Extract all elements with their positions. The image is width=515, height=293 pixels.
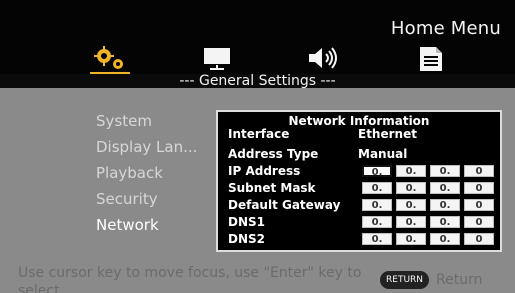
footer-hint: Use cursor key to move focus, use "Enter… bbox=[18, 265, 362, 293]
dns2-octet-4[interactable]: 0 bbox=[464, 233, 494, 245]
dns2-octet-1[interactable]: 0. bbox=[362, 233, 392, 245]
return-label: Return bbox=[436, 272, 483, 288]
ip-address-label: IP Address bbox=[228, 164, 301, 178]
menu-item-playback[interactable]: Playback bbox=[96, 160, 226, 186]
subnet-octet-1[interactable]: 0. bbox=[362, 182, 392, 194]
network-information-panel: Network Information Interface Ethernet A… bbox=[216, 110, 502, 252]
subnet-mask-label: Subnet Mask bbox=[228, 181, 316, 195]
dns1-label: DNS1 bbox=[228, 215, 265, 229]
section-title: --- General Settings --- bbox=[179, 73, 336, 89]
gateway-octet-2[interactable]: 0. bbox=[396, 199, 426, 211]
screen: Home Menu --- General Settings --- Syste… bbox=[0, 0, 515, 293]
settings-menu: System Display Lan... Playback Security … bbox=[96, 108, 226, 238]
menu-item-system[interactable]: System bbox=[96, 108, 226, 134]
menu-item-security[interactable]: Security bbox=[96, 186, 226, 212]
gateway-octet-4[interactable]: 0 bbox=[464, 199, 494, 211]
return-button[interactable]: RETURN bbox=[380, 271, 430, 289]
default-gateway-label: Default Gateway bbox=[228, 198, 341, 212]
address-type-label: Address Type bbox=[228, 147, 319, 161]
dns1-octet-1[interactable]: 0. bbox=[362, 216, 392, 228]
panel-title: Network Information bbox=[288, 114, 430, 128]
dns2-octet-2[interactable]: 0. bbox=[396, 233, 426, 245]
gateway-octet-3[interactable]: 0. bbox=[430, 199, 460, 211]
dns1-octet-2[interactable]: 0. bbox=[396, 216, 426, 228]
subnet-octet-2[interactable]: 0. bbox=[396, 182, 426, 194]
page-title: Home Menu bbox=[390, 18, 501, 39]
menu-item-display-language[interactable]: Display Lan... bbox=[96, 134, 226, 160]
ip-octet-1[interactable]: 0. bbox=[362, 165, 392, 178]
dns2-label: DNS2 bbox=[228, 232, 265, 246]
dns2-octet-3[interactable]: 0. bbox=[430, 233, 460, 245]
subnet-octet-3[interactable]: 0. bbox=[430, 182, 460, 194]
menu-item-network[interactable]: Network bbox=[96, 212, 226, 238]
settings-icon[interactable] bbox=[90, 44, 130, 74]
document-icon[interactable] bbox=[412, 44, 452, 72]
ip-octet-3[interactable]: 0. bbox=[430, 165, 460, 177]
display-icon[interactable] bbox=[198, 44, 238, 72]
subnet-octet-4[interactable]: 0 bbox=[464, 182, 494, 194]
interface-value: Ethernet bbox=[358, 127, 417, 141]
interface-label: Interface bbox=[228, 127, 290, 141]
ip-octet-4[interactable]: 0 bbox=[464, 165, 494, 177]
dns1-octet-3[interactable]: 0. bbox=[430, 216, 460, 228]
address-type-value: Manual bbox=[358, 147, 408, 161]
speaker-icon[interactable] bbox=[305, 44, 345, 72]
ip-octet-2[interactable]: 0. bbox=[396, 165, 426, 177]
dns1-octet-4[interactable]: 0 bbox=[464, 216, 494, 228]
gateway-octet-1[interactable]: 0. bbox=[362, 199, 392, 211]
